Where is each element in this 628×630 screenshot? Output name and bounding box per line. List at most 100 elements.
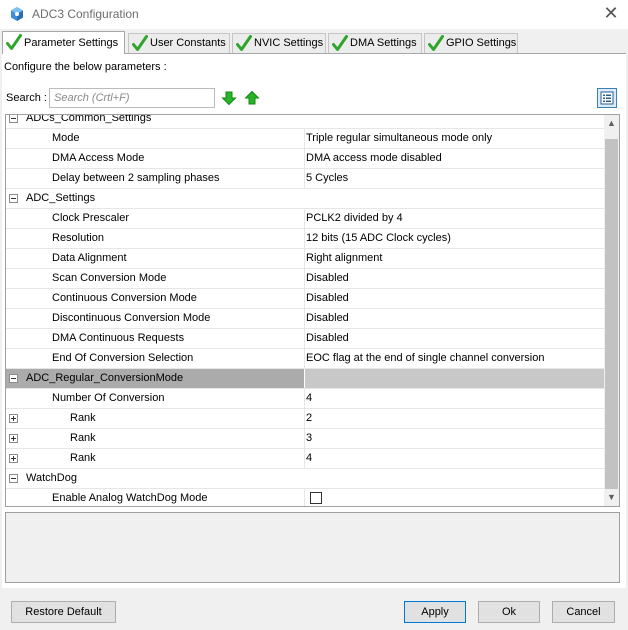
table-row[interactable]: Rank 4: [6, 449, 604, 469]
param-name: Enable Analog WatchDog Mode: [52, 492, 208, 504]
configure-label: Configure the below parameters :: [4, 61, 167, 73]
collapse-toggle[interactable]: [9, 115, 18, 123]
param-name: DMA Continuous Requests: [52, 332, 185, 344]
param-name: Delay between 2 sampling phases: [52, 172, 220, 184]
param-name: Continuous Conversion Mode: [52, 292, 197, 304]
tab-parameter-settings[interactable]: Parameter Settings: [2, 31, 125, 54]
tab-label: GPIO Settings: [446, 37, 517, 49]
scroll-thumb[interactable]: [605, 139, 618, 489]
param-name: Mode: [52, 132, 80, 144]
checkmark-icon: [332, 35, 348, 51]
table-row[interactable]: DMA Continuous Requests Disabled: [6, 329, 604, 349]
checkmark-icon: [132, 35, 148, 51]
search-label: Search :: [6, 92, 47, 104]
restore-default-button[interactable]: Restore Default: [11, 601, 116, 623]
arrow-up-icon[interactable]: [244, 90, 260, 106]
param-name: End Of Conversion Selection: [52, 352, 194, 364]
group-row-adc-regular-conversionmode[interactable]: ADC_Regular_ConversionMode: [6, 369, 604, 389]
table-row[interactable]: Continuous Conversion Mode Disabled: [6, 289, 604, 309]
param-value[interactable]: Right alignment: [305, 249, 604, 268]
table-row[interactable]: Enable Analog WatchDog Mode: [6, 489, 604, 506]
apply-button[interactable]: Apply: [404, 601, 466, 623]
tab-label: User Constants: [150, 37, 226, 49]
param-value[interactable]: 12 bits (15 ADC Clock cycles): [305, 229, 604, 248]
collapse-toggle[interactable]: [9, 194, 18, 203]
parameter-grid: ADCs_Common_Settings Mode Triple regular…: [5, 114, 620, 507]
table-row[interactable]: Rank 3: [6, 429, 604, 449]
arrow-down-icon[interactable]: [221, 90, 237, 106]
list-view-icon: [600, 91, 614, 105]
table-row[interactable]: Mode Triple regular simultaneous mode on…: [6, 129, 604, 149]
group-label: WatchDog: [26, 472, 77, 484]
table-row[interactable]: Clock Prescaler PCLK2 divided by 4: [6, 209, 604, 229]
table-row[interactable]: Discontinuous Conversion Mode Disabled: [6, 309, 604, 329]
scroll-down-icon[interactable]: ▼: [604, 489, 619, 506]
group-row-watchdog[interactable]: WatchDog: [6, 469, 604, 489]
param-value[interactable]: Disabled: [305, 269, 604, 288]
group-label: ADC_Regular_ConversionMode: [26, 372, 184, 384]
param-value[interactable]: Disabled: [305, 309, 604, 328]
watchdog-checkbox[interactable]: [310, 492, 322, 504]
close-button[interactable]: ✕: [598, 2, 624, 26]
param-name: Scan Conversion Mode: [52, 272, 167, 284]
tab-user-constants[interactable]: User Constants: [128, 33, 230, 53]
table-row[interactable]: Number Of Conversion 4: [6, 389, 604, 409]
cancel-button[interactable]: Cancel: [552, 601, 615, 623]
param-value[interactable]: 3: [305, 429, 604, 448]
table-row[interactable]: Delay between 2 sampling phases 5 Cycles: [6, 169, 604, 189]
vertical-scrollbar[interactable]: ▲ ▼: [604, 115, 619, 506]
param-value[interactable]: DMA access mode disabled: [305, 149, 604, 168]
checkmark-icon: [236, 35, 252, 51]
table-row[interactable]: Scan Conversion Mode Disabled: [6, 269, 604, 289]
param-name: Clock Prescaler: [52, 212, 130, 224]
param-value[interactable]: 4: [305, 389, 604, 408]
param-name: Data Alignment: [52, 252, 127, 264]
param-name: Rank: [70, 452, 96, 464]
param-name: Resolution: [52, 232, 104, 244]
tab-bar: Parameter Settings User Constants NVIC S…: [2, 31, 626, 54]
tab-label: Parameter Settings: [24, 37, 119, 49]
expand-toggle[interactable]: [9, 414, 18, 423]
param-value[interactable]: 5 Cycles: [305, 169, 604, 188]
list-view-button[interactable]: [597, 88, 617, 108]
param-name: Rank: [70, 412, 96, 424]
tab-label: DMA Settings: [350, 37, 417, 49]
group-label: ADCs_Common_Settings: [26, 114, 152, 124]
param-value[interactable]: EOC flag at the end of single channel co…: [305, 349, 604, 368]
tab-label: NVIC Settings: [254, 37, 324, 49]
title-bar: ADC3 Configuration ✕: [0, 0, 628, 29]
ok-button[interactable]: Ok: [478, 601, 540, 623]
checkmark-icon: [6, 34, 22, 50]
param-name: Discontinuous Conversion Mode: [52, 312, 211, 324]
group-label: ADC_Settings: [26, 192, 96, 204]
group-row-adcs-common-settings[interactable]: ADCs_Common_Settings: [6, 114, 604, 129]
search-input[interactable]: [49, 88, 215, 108]
param-value[interactable]: 4: [305, 449, 604, 468]
scroll-up-icon[interactable]: ▲: [604, 115, 619, 132]
param-name: Rank: [70, 432, 96, 444]
checkmark-icon: [428, 35, 444, 51]
collapse-toggle[interactable]: [9, 374, 18, 383]
tab-gpio-settings[interactable]: GPIO Settings: [424, 33, 518, 53]
param-name: DMA Access Mode: [52, 152, 145, 164]
table-row[interactable]: Rank 2: [6, 409, 604, 429]
table-row[interactable]: Data Alignment Right alignment: [6, 249, 604, 269]
param-value[interactable]: 2: [305, 409, 604, 428]
param-value[interactable]: Disabled: [305, 289, 604, 308]
table-row[interactable]: End Of Conversion Selection EOC flag at …: [6, 349, 604, 369]
collapse-toggle[interactable]: [9, 474, 18, 483]
table-row[interactable]: Resolution 12 bits (15 ADC Clock cycles): [6, 229, 604, 249]
param-value[interactable]: Triple regular simultaneous mode only: [305, 129, 604, 148]
param-value[interactable]: PCLK2 divided by 4: [305, 209, 604, 228]
expand-toggle[interactable]: [9, 454, 18, 463]
tab-nvic-settings[interactable]: NVIC Settings: [232, 33, 326, 53]
param-name: Number Of Conversion: [52, 392, 165, 404]
expand-toggle[interactable]: [9, 434, 18, 443]
param-value[interactable]: Disabled: [305, 329, 604, 348]
table-row[interactable]: DMA Access Mode DMA access mode disabled: [6, 149, 604, 169]
cube-icon: [11, 7, 23, 21]
group-row-adc-settings[interactable]: ADC_Settings: [6, 189, 604, 209]
window-title: ADC3 Configuration: [32, 7, 139, 21]
description-box: [5, 512, 620, 583]
tab-dma-settings[interactable]: DMA Settings: [328, 33, 422, 53]
